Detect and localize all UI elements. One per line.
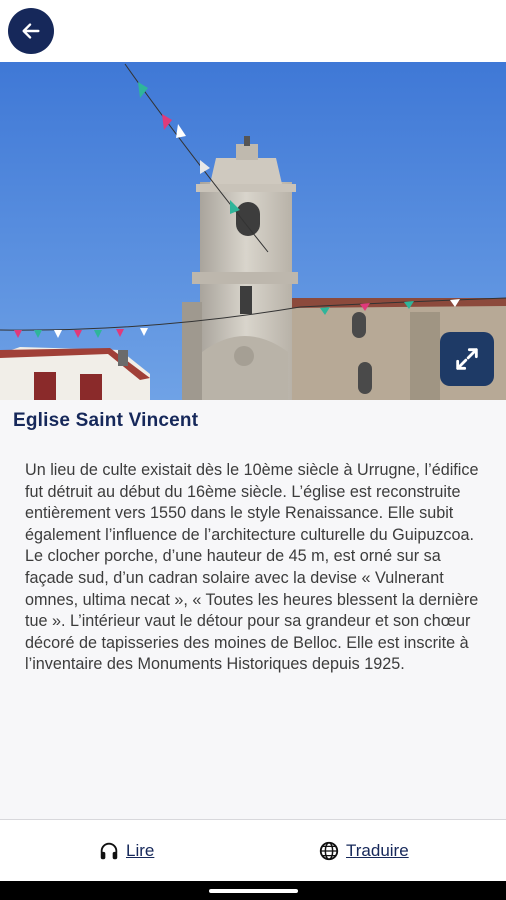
- arrow-left-icon: [22, 23, 40, 39]
- translate-label: Traduire: [346, 841, 409, 860]
- system-nav-bar: [0, 881, 506, 900]
- globe-icon: [319, 841, 339, 861]
- place-description: Un lieu de culte existait dès le 10ème s…: [25, 461, 479, 674]
- church-photo: [0, 62, 506, 400]
- headphones-icon: [100, 842, 118, 860]
- top-bar: [0, 0, 506, 62]
- fullscreen-button[interactable]: [440, 332, 494, 386]
- translate-button[interactable]: Traduire: [318, 840, 409, 862]
- place-title: Eglise Saint Vincent: [13, 410, 199, 431]
- bottom-action-bar: Lire Traduire: [0, 819, 506, 881]
- home-gesture-handle[interactable]: [209, 889, 298, 893]
- read-label: Lire: [126, 841, 155, 860]
- read-aloud-button[interactable]: Lire: [98, 840, 154, 862]
- back-button[interactable]: [8, 8, 54, 54]
- expand-arrows-icon: [456, 348, 478, 370]
